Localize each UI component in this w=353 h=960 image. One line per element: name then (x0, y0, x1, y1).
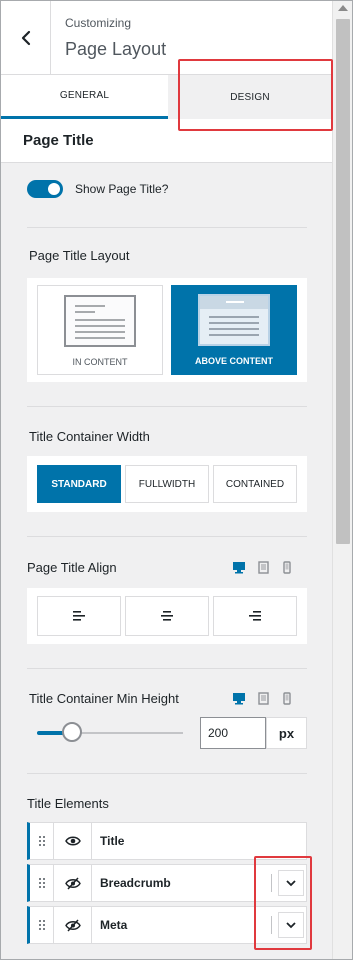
eye-hidden-icon[interactable] (54, 865, 92, 901)
element-row-title: Title (27, 822, 307, 860)
width-standard-button[interactable]: STANDARD (37, 465, 121, 503)
min-height-label: Title Container Min Height (29, 691, 179, 706)
page-title: Page Layout (65, 39, 167, 59)
scrollbar[interactable] (332, 1, 352, 959)
align-left-icon (73, 611, 85, 621)
min-height-unit: px (266, 717, 307, 749)
show-title-toggle[interactable] (27, 180, 63, 198)
divider (27, 773, 307, 774)
eye-icon[interactable] (54, 823, 92, 859)
align-center-icon (161, 611, 173, 621)
show-title-row: Show Page Title? (27, 180, 168, 198)
layout-option-label: IN CONTENT (72, 357, 128, 367)
above-content-illustration (198, 294, 270, 346)
scrollbar-thumb[interactable] (336, 19, 350, 544)
min-height-input[interactable]: 200 (200, 717, 266, 749)
in-content-illustration (64, 295, 136, 347)
scroll-up-arrow-icon[interactable] (338, 5, 348, 11)
drag-handle-icon[interactable] (30, 865, 54, 901)
mobile-icon[interactable] (280, 560, 294, 574)
breadcrumb: Customizing (65, 16, 132, 30)
chevron-left-icon (21, 30, 30, 46)
drag-handle-icon[interactable] (30, 823, 54, 859)
tablet-icon[interactable] (256, 560, 270, 574)
eye-hidden-icon[interactable] (54, 907, 92, 943)
elements-label: Title Elements (27, 796, 109, 811)
width-options: STANDARD FULLWIDTH CONTAINED (27, 456, 307, 512)
show-title-label: Show Page Title? (75, 182, 169, 196)
divider (27, 406, 307, 407)
highlight-expand-buttons (254, 856, 312, 950)
tab-general[interactable]: GENERAL (1, 75, 168, 119)
divider (27, 536, 307, 537)
element-name: Title (100, 834, 125, 848)
back-button[interactable] (1, 1, 51, 75)
desktop-icon[interactable] (232, 691, 246, 705)
highlight-design-tab (178, 59, 333, 131)
align-left-button[interactable] (37, 596, 121, 636)
width-label: Title Container Width (29, 429, 150, 444)
element-name: Meta (100, 918, 128, 932)
align-right-icon (249, 611, 261, 621)
layout-option-above-content[interactable]: ABOVE CONTENT (171, 285, 297, 375)
drag-handle-icon[interactable] (30, 907, 54, 943)
align-center-button[interactable] (125, 596, 209, 636)
customizer-panel: Customizing Page Layout GENERAL DESIGN P… (0, 0, 353, 960)
mobile-icon[interactable] (280, 691, 294, 705)
align-label: Page Title Align (27, 560, 117, 575)
min-height-slider-handle[interactable] (62, 722, 83, 742)
divider (27, 668, 307, 669)
toggle-knob (48, 183, 60, 195)
layout-label: Page Title Layout (29, 248, 130, 263)
align-device-switcher (232, 560, 294, 574)
align-options (27, 588, 307, 644)
element-name: Breadcrumb (100, 876, 171, 890)
layout-option-in-content[interactable]: IN CONTENT (37, 285, 163, 375)
desktop-icon[interactable] (232, 560, 246, 574)
align-right-button[interactable] (213, 596, 297, 636)
tablet-icon[interactable] (256, 691, 270, 705)
min-height-device-switcher (232, 691, 294, 705)
width-fullwidth-button[interactable]: FULLWIDTH (125, 465, 209, 503)
layout-option-label: ABOVE CONTENT (194, 356, 273, 366)
width-contained-button[interactable]: CONTAINED (213, 465, 297, 503)
divider (27, 227, 307, 228)
layout-options: IN CONTENT ABOVE CONTENT (27, 278, 307, 382)
